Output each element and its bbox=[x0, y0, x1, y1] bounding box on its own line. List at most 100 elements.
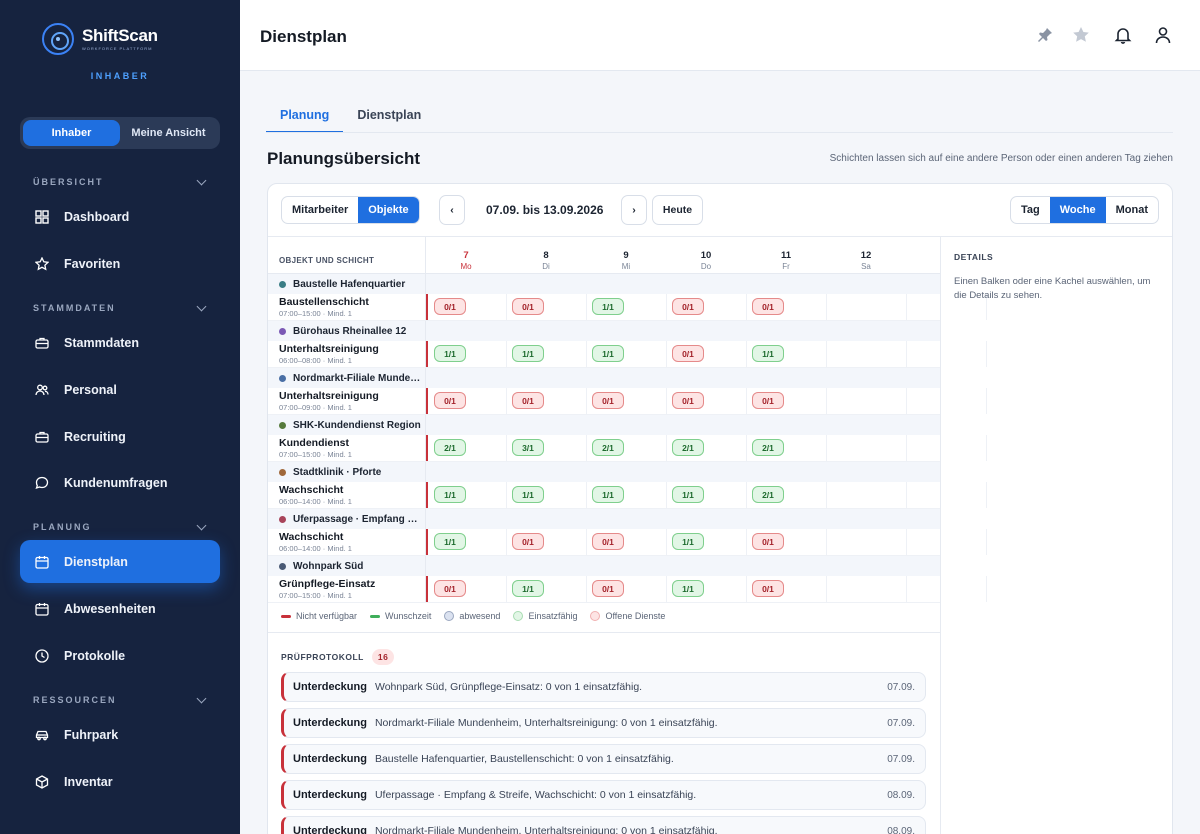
shift-chip[interactable]: 0/1 bbox=[672, 298, 704, 315]
shift-chip[interactable]: 1/1 bbox=[592, 345, 624, 362]
shift-chip[interactable]: 0/1 bbox=[434, 392, 466, 409]
star-icon[interactable] bbox=[1070, 24, 1092, 46]
shift-chip[interactable]: 1/1 bbox=[672, 533, 704, 550]
shift-info[interactable]: Wachschicht 06:00–14:00 · Mind. 1 bbox=[279, 485, 352, 505]
cell-divider bbox=[746, 388, 747, 414]
mode-objekte-button[interactable]: Objekte bbox=[358, 197, 419, 223]
sidebar-item-dashboard[interactable]: Dashboard bbox=[20, 195, 220, 238]
today-button[interactable]: Heute bbox=[652, 195, 703, 225]
shift-chip[interactable]: 2/1 bbox=[592, 439, 624, 456]
shift-info[interactable]: Unterhaltsreinigung 07:00–09:00 · Mind. 1 bbox=[279, 391, 379, 411]
sidebar-item-label: Stammdaten bbox=[64, 335, 140, 350]
shift-chip[interactable]: 2/1 bbox=[434, 439, 466, 456]
cell-divider bbox=[746, 294, 747, 320]
section-planung[interactable]: PLANUNG bbox=[33, 520, 208, 532]
shift-info[interactable]: Kundendienst 07:00–15:00 · Mind. 1 bbox=[279, 438, 352, 458]
sidebar-item-recruiting[interactable]: Recruiting bbox=[20, 415, 220, 458]
object-group[interactable]: Uferpassage · Empfang & Streife bbox=[268, 509, 940, 529]
next-week-button[interactable]: › bbox=[621, 195, 647, 225]
shift-chip[interactable]: 0/1 bbox=[592, 580, 624, 597]
shift-chip[interactable]: 0/1 bbox=[592, 392, 624, 409]
shift-chip[interactable]: 1/1 bbox=[512, 486, 544, 503]
sidebar-item-protokolle[interactable]: Protokolle bbox=[20, 634, 220, 677]
cell-divider bbox=[826, 482, 827, 508]
section-stammdaten[interactable]: STAMMDATEN bbox=[33, 301, 208, 313]
bell-icon[interactable] bbox=[1112, 24, 1134, 46]
sidebar-item-favoriten[interactable]: Favoriten bbox=[20, 242, 220, 285]
sidebar-item-personal[interactable]: Personal bbox=[20, 368, 220, 411]
sidebar-item-kundenumfragen[interactable]: Kundenumfragen bbox=[20, 461, 220, 504]
logo[interactable]: ShiftScan WORKFORCE PLATTFORM bbox=[42, 23, 158, 55]
shift-chip[interactable]: 0/1 bbox=[512, 392, 544, 409]
view-owner-button[interactable]: Inhaber bbox=[23, 120, 120, 146]
shift-chip[interactable]: 0/1 bbox=[752, 533, 784, 550]
shift-chip[interactable]: 0/1 bbox=[752, 580, 784, 597]
object-group[interactable]: Baustelle Hafenquartier bbox=[268, 274, 940, 294]
shift-chip[interactable]: 0/1 bbox=[672, 345, 704, 362]
unavailable-bar bbox=[426, 341, 428, 367]
shift-info[interactable]: Grünpflege-Einsatz 07:00–15:00 · Mind. 1 bbox=[279, 579, 375, 599]
shift-info[interactable]: Baustellenschicht 07:00–15:00 · Mind. 1 bbox=[279, 297, 369, 317]
shift-chip[interactable]: 1/1 bbox=[434, 486, 466, 503]
user-icon[interactable] bbox=[1152, 24, 1174, 46]
cell-divider bbox=[986, 388, 987, 414]
shift-chip[interactable]: 0/1 bbox=[592, 533, 624, 550]
view-own-button[interactable]: Meine Ansicht bbox=[120, 120, 217, 146]
shift-chip[interactable]: 1/1 bbox=[434, 533, 466, 550]
cell-divider bbox=[666, 388, 667, 414]
shift-chip[interactable]: 2/1 bbox=[672, 439, 704, 456]
shift-chip[interactable]: 0/1 bbox=[434, 298, 466, 315]
shift-chip[interactable]: 1/1 bbox=[592, 486, 624, 503]
protocol-item[interactable]: Unterdeckung Baustelle Hafenquartier, Bau… bbox=[281, 744, 926, 774]
object-group[interactable]: Bürohaus Rheinallee 12 bbox=[268, 321, 940, 341]
object-group[interactable]: Nordmarkt-Filiale Mundenheim bbox=[268, 368, 940, 388]
protocol-item[interactable]: Unterdeckung Nordmarkt-Filiale Mundenheim… bbox=[281, 708, 926, 738]
protocol-item[interactable]: Unterdeckung Uferpassage · Empfang & Stre… bbox=[281, 780, 926, 810]
cell-divider bbox=[586, 482, 587, 508]
tab-planung[interactable]: Planung bbox=[266, 100, 344, 133]
sidebar-item-abwesenheiten[interactable]: Abwesenheiten bbox=[20, 587, 220, 630]
sidebar-item-stammdaten[interactable]: Stammdaten bbox=[20, 321, 220, 364]
shift-chip[interactable]: 1/1 bbox=[512, 580, 544, 597]
object-group[interactable]: SHK-Kundendienst Region bbox=[268, 415, 940, 435]
shift-time: 06:00–08:00 · Mind. 1 bbox=[279, 355, 352, 365]
shift-chip[interactable]: 0/1 bbox=[512, 298, 544, 315]
shift-chip[interactable]: 1/1 bbox=[592, 298, 624, 315]
shift-chip[interactable]: 3/1 bbox=[512, 439, 544, 456]
shift-chip[interactable]: 2/1 bbox=[752, 486, 784, 503]
sidebar-item-dienstplan[interactable]: Dienstplan bbox=[20, 540, 220, 583]
shift-chip[interactable]: 1/1 bbox=[512, 345, 544, 362]
view-month-button[interactable]: Monat bbox=[1106, 197, 1158, 223]
view-day-button[interactable]: Tag bbox=[1011, 197, 1050, 223]
shift-info[interactable]: Unterhaltsreinigung 06:00–08:00 · Mind. 1 bbox=[279, 344, 379, 364]
shift-info[interactable]: Wachschicht 06:00–14:00 · Mind. 1 bbox=[279, 532, 352, 552]
shift-chip[interactable]: 0/1 bbox=[672, 392, 704, 409]
protocol-item[interactable]: Unterdeckung Nordmarkt-Filiale Mundenheim… bbox=[281, 816, 926, 834]
shift-chip[interactable]: 1/1 bbox=[752, 345, 784, 362]
shift-chip[interactable]: 0/1 bbox=[512, 533, 544, 550]
object-group[interactable]: Wohnpark Süd bbox=[268, 556, 940, 576]
prev-week-button[interactable]: ‹ bbox=[439, 195, 465, 225]
shift-chip[interactable]: 0/1 bbox=[752, 298, 784, 315]
object-group[interactable]: Stadtklinik · Pforte bbox=[268, 462, 940, 482]
protocol-type: Unterdeckung bbox=[293, 717, 367, 729]
pin-icon[interactable] bbox=[1034, 24, 1056, 46]
shift-time: 06:00–14:00 · Mind. 1 bbox=[279, 543, 352, 553]
mode-mitarbeiter-button[interactable]: Mitarbeiter bbox=[282, 197, 358, 223]
section-overview[interactable]: ÜBERSICHT bbox=[33, 175, 208, 187]
shift-chip[interactable]: 1/1 bbox=[672, 486, 704, 503]
section-ressourcen[interactable]: RESSOURCEN bbox=[33, 693, 208, 705]
shift-chip[interactable]: 1/1 bbox=[672, 580, 704, 597]
sidebar-item-label: Fuhrpark bbox=[64, 727, 119, 742]
sidebar-item-fuhrpark[interactable]: Fuhrpark bbox=[20, 713, 220, 756]
shift-chip[interactable]: 2/1 bbox=[752, 439, 784, 456]
shift-chip[interactable]: 0/1 bbox=[434, 580, 466, 597]
briefcase-icon bbox=[35, 431, 49, 443]
sidebar-item-inventar[interactable]: Inventar bbox=[20, 760, 220, 803]
shift-chip[interactable]: 0/1 bbox=[752, 392, 784, 409]
shift-chip[interactable]: 1/1 bbox=[434, 345, 466, 362]
protocol-item[interactable]: Unterdeckung Wohnpark Süd, Grünpflege-Ein… bbox=[281, 672, 926, 702]
cell-divider bbox=[586, 435, 587, 461]
tab-dienstplan[interactable]: Dienstplan bbox=[343, 100, 435, 133]
view-week-button[interactable]: Woche bbox=[1049, 197, 1106, 223]
